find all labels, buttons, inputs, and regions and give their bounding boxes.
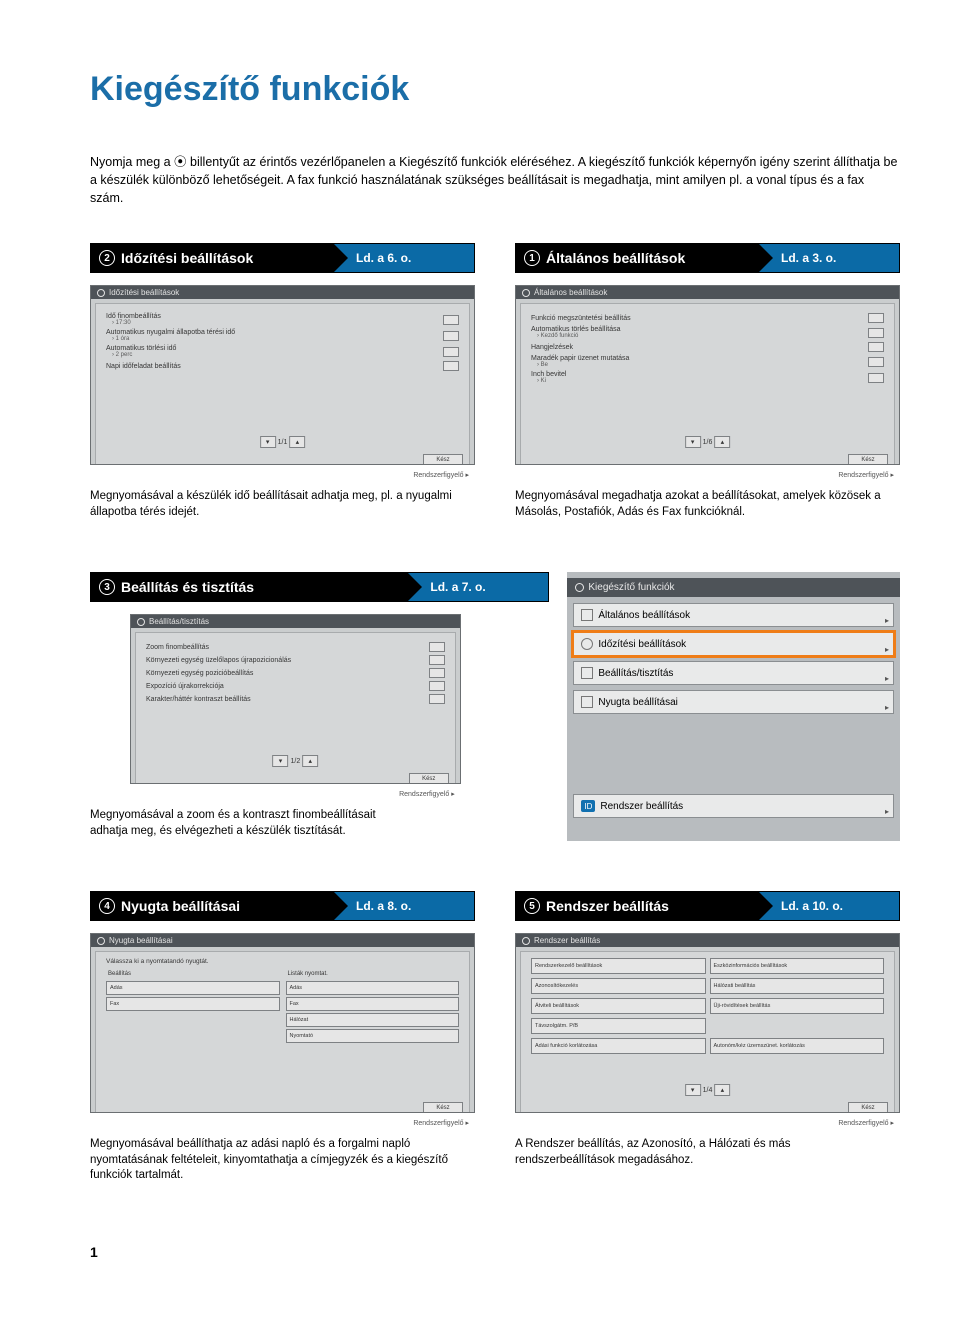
close-button[interactable]: Kész [423, 454, 463, 465]
section-5-header: 5 Rendszer beállítás Ld. a 10. o. [515, 891, 900, 921]
gear-icon [575, 583, 584, 592]
section-4-title: Nyugta beállításai [121, 898, 240, 914]
section-2-caption: Megnyomásával a készülék idő beállításai… [90, 489, 475, 520]
section-1-caption: Megnyomásával megadhatja azokat a beállí… [515, 489, 900, 520]
grid-button[interactable]: Üji-rövidítések beállítás [710, 998, 885, 1014]
option-button[interactable] [868, 328, 884, 338]
section-5-number: 5 [524, 898, 540, 914]
section-3-screenshot: Beállítás/tisztítás Zoom finombeállítás … [130, 614, 461, 784]
grid-button[interactable]: Adási funkció korlátozása [531, 1038, 706, 1054]
footer-link[interactable]: Rendszerfigyelő ▸ [399, 790, 455, 798]
page-title: Kiegészítő funkciók [90, 70, 900, 109]
section-5-ref: Ld. a 10. o. [759, 892, 899, 920]
side-btn-system[interactable]: IDRendszer beállítás▸ [573, 794, 894, 818]
section-1-title: Általános beállítások [546, 250, 685, 266]
wrench-icon [581, 667, 593, 679]
section-2-title: Időzítési beállítások [121, 250, 253, 266]
grid-button[interactable]: Autonóm/kéz üzemszünet. korlátozás [710, 1038, 885, 1054]
section-4-ref: Ld. a 8. o. [334, 892, 474, 920]
grid-button[interactable]: Hálózati beállítás [710, 978, 885, 994]
section-5-screenshot: Rendszer beállítás Rendszerkezelő beállí… [515, 933, 900, 1113]
section-3-ref: Ld. a 7. o. [408, 573, 548, 601]
section-4-header: 4 Nyugta beállításai Ld. a 8. o. [90, 891, 475, 921]
footer-link[interactable]: Rendszerfigyelő ▸ [838, 1119, 894, 1127]
grid-button[interactable]: Eszközinformációs beállítások [710, 958, 885, 974]
list-button[interactable]: Hálózat [286, 1013, 460, 1027]
section-4-screenshot: Nyugta beállításai Válassza ki a nyomtat… [90, 933, 475, 1113]
setting-button[interactable]: Fax [106, 997, 280, 1011]
footer-link[interactable]: Rendszerfigyelő ▸ [413, 1119, 469, 1127]
section-3-title: Beállítás és tisztítás [121, 579, 254, 595]
option-button[interactable] [443, 347, 459, 357]
grid-button[interactable]: Azonosítókezelés [531, 978, 706, 994]
section-5-title: Rendszer beállítás [546, 898, 669, 914]
section-4-number: 4 [99, 898, 115, 914]
option-button[interactable] [443, 315, 459, 325]
pager-next[interactable]: ▴ [714, 436, 730, 448]
side-btn-general[interactable]: Általános beállítások▸ [573, 603, 894, 627]
section-4-caption: Megnyomásával beállíthatja az adási napl… [90, 1137, 475, 1184]
receipt-icon [581, 696, 593, 708]
footer-link[interactable]: Rendszerfigyelő ▸ [838, 471, 894, 479]
dialog-icon [97, 289, 105, 297]
grid-button[interactable]: Átviteli beállítások [531, 998, 706, 1014]
pager-prev[interactable]: ▾ [685, 1084, 701, 1096]
pager-prev[interactable]: ▾ [260, 436, 276, 448]
close-button[interactable]: Kész [848, 454, 888, 465]
footer-link[interactable]: Rendszerfigyelő ▸ [413, 471, 469, 479]
pager-prev[interactable]: ▾ [272, 755, 288, 767]
close-button[interactable]: Kész [848, 1102, 888, 1113]
option-button[interactable] [429, 655, 445, 665]
side-btn-receipt[interactable]: Nyugta beállításai▸ [573, 690, 894, 714]
section-3-caption: Megnyomásával a zoom és a kontraszt fino… [90, 808, 421, 839]
dialog-icon [522, 937, 530, 945]
section-1-header: 1 Általános beállítások Ld. a 3. o. [515, 243, 900, 273]
side-btn-adjust[interactable]: Beállítás/tisztítás▸ [573, 661, 894, 685]
option-button[interactable] [429, 681, 445, 691]
option-button[interactable] [429, 642, 445, 652]
grid-button[interactable]: Rendszerkezelő beállítások [531, 958, 706, 974]
option-button[interactable] [429, 668, 445, 678]
option-button[interactable] [868, 357, 884, 367]
section-5-caption: A Rendszer beállítás, az Azonosító, a Há… [515, 1137, 900, 1168]
dialog-icon [137, 618, 145, 626]
dialog-icon [97, 937, 105, 945]
option-button[interactable] [443, 361, 459, 371]
list-button[interactable]: Nyomtató [286, 1029, 460, 1043]
option-button[interactable] [868, 313, 884, 323]
side-btn-timing[interactable]: Időzítési beállítások▸ [573, 632, 894, 656]
intro-text: Nyomja meg a ⦿ billentyűt az érintős vez… [90, 153, 900, 207]
clock-icon [581, 638, 593, 650]
section-3-header: 3 Beállítás és tisztítás Ld. a 7. o. [90, 572, 549, 602]
section-2-number: 2 [99, 250, 115, 266]
pager-next[interactable]: ▴ [714, 1084, 730, 1096]
close-button[interactable]: Kész [423, 1102, 463, 1113]
setting-button[interactable]: Adás [106, 981, 280, 995]
grid-button[interactable]: Távszolgátm. P/B [531, 1018, 706, 1034]
pager-next[interactable]: ▴ [302, 755, 318, 767]
option-button[interactable] [443, 331, 459, 341]
dialog-icon [522, 289, 530, 297]
side-menu-panel: Kiegészítő funkciók Általános beállításo… [567, 572, 900, 841]
pager-prev[interactable]: ▾ [685, 436, 701, 448]
section-1-ref: Ld. a 3. o. [759, 244, 899, 272]
pager-next[interactable]: ▴ [289, 436, 305, 448]
list-button[interactable]: Fax [286, 997, 460, 1011]
option-button[interactable] [429, 694, 445, 704]
id-icon: ID [581, 800, 595, 812]
option-button[interactable] [868, 342, 884, 352]
option-button[interactable] [868, 373, 884, 383]
section-1-number: 1 [524, 250, 540, 266]
section-2-header: 2 Időzítési beállítások Ld. a 6. o. [90, 243, 475, 273]
page-number: 1 [90, 1244, 900, 1260]
section-3-number: 3 [99, 579, 115, 595]
section-2-ref: Ld. a 6. o. [334, 244, 474, 272]
section-1-screenshot: Általános beállítások Funkció megszüntet… [515, 285, 900, 465]
section-2-screenshot: Időzítési beállítások Idő finombeállítás… [90, 285, 475, 465]
list-button[interactable]: Adás [286, 981, 460, 995]
close-button[interactable]: Kész [409, 773, 449, 784]
doc-icon [581, 609, 593, 621]
